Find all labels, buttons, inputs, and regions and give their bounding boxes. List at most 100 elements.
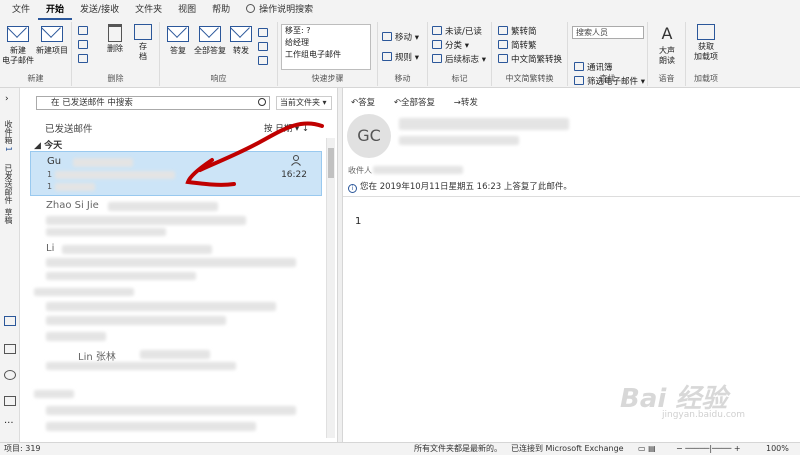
nav-inbox[interactable]: 收件箱 1	[3, 120, 14, 152]
more-apps-icon[interactable]: ···	[4, 418, 14, 429]
sender-avatar: GC	[347, 114, 391, 158]
message-line3: 1	[47, 182, 53, 191]
new-email-icon	[6, 24, 30, 44]
search-input[interactable]: 在 已发送邮件 中搜索	[36, 96, 270, 110]
menu-view[interactable]: 视图	[170, 0, 204, 20]
nav-drafts[interactable]: 草稿	[3, 208, 14, 224]
calendar-icon[interactable]	[4, 344, 16, 354]
read-aloud-button[interactable]: A 大声 朗读	[652, 24, 682, 66]
group-chinese: 繁转简 简转繁 中文简繁转换 中文简繁转换	[492, 22, 568, 86]
tell-me-search[interactable]: 操作说明搜索	[238, 0, 321, 20]
rules-button[interactable]: 规则 ▾	[382, 52, 419, 64]
search-icon[interactable]	[258, 98, 266, 106]
quickstep-to-manager[interactable]: 给经理	[282, 37, 370, 49]
filter-icon	[574, 76, 584, 85]
menu-send-receive[interactable]: 发送/接收	[72, 0, 127, 20]
reply-icon	[166, 24, 190, 44]
menu-folder[interactable]: 文件夹	[127, 0, 170, 20]
quickstep-move-to[interactable]: 移至: ?	[282, 25, 370, 37]
redacted-text	[46, 422, 256, 431]
redacted-text	[73, 158, 133, 167]
scrollbar-thumb[interactable]	[328, 148, 334, 178]
reply-button[interactable]: 答复	[164, 24, 192, 56]
quick-steps-gallery[interactable]: 移至: ? 给经理 工作组电子邮件	[281, 24, 371, 70]
search-scope-select[interactable]: 当前文件夹 ▾	[276, 96, 332, 110]
junk-button[interactable]	[78, 54, 91, 66]
expand-folder-pane-button[interactable]: ›	[5, 94, 9, 104]
menu-bar: 文件 开始 发送/接收 文件夹 视图 帮助 操作说明搜索	[0, 0, 800, 20]
followup-button[interactable]: 后续标志 ▾	[432, 54, 486, 66]
group-addins: 获取 加载项 加载项	[686, 22, 726, 86]
people-icon[interactable]	[4, 370, 16, 380]
categorize-button[interactable]: 分类 ▾	[432, 40, 469, 52]
reading-reply-all-button[interactable]: ↶全部答复	[394, 98, 443, 108]
move-icon	[382, 32, 392, 41]
lightbulb-icon	[246, 4, 256, 13]
list-scrollbar[interactable]	[326, 138, 335, 438]
unread-read-button[interactable]: 未读/已读	[432, 26, 482, 38]
meeting-reply-button[interactable]	[258, 28, 271, 40]
flag-icon	[432, 54, 442, 63]
menu-home[interactable]: 开始	[38, 0, 73, 20]
ignore-icon	[78, 26, 88, 35]
tasks-icon[interactable]	[4, 396, 16, 406]
reply-info-bar[interactable]: i 您在 2019年10月11日星期五 16:23 上答复了此邮件。	[348, 180, 572, 193]
convert-button[interactable]: 中文简繁转换	[498, 54, 562, 66]
message-row-sender[interactable]: Li	[46, 243, 54, 254]
group-delete: 删除 存 档 删除	[72, 22, 160, 86]
group-chinese-label: 中文简繁转换	[505, 74, 554, 83]
redacted-text	[46, 406, 296, 415]
reading-pane: ↶答复 ↶全部答复 →转发 GC 收件人 i 您在 2019年10月11日星期五 …	[343, 88, 800, 442]
redacted-text	[108, 202, 218, 211]
redacted-text	[46, 362, 236, 370]
normal-view-icon[interactable]: ▭ ▤	[638, 443, 656, 455]
folder-pane-collapsed: › 收件箱 1 已发送邮件 草稿 ···	[0, 88, 20, 442]
quickstep-team-email[interactable]: 工作组电子邮件	[282, 49, 370, 61]
group-move-label: 移动	[394, 74, 411, 83]
cleanup-button[interactable]	[78, 40, 91, 52]
more-respond-button[interactable]	[258, 56, 271, 68]
redacted-text	[373, 166, 463, 174]
folder-title: 已发送邮件	[45, 124, 93, 135]
ignore-button[interactable]	[78, 26, 91, 38]
im-reply-button[interactable]	[258, 42, 271, 54]
redacted-text	[46, 228, 166, 236]
filter-email-button[interactable]: 筛选电子邮件 ▾	[574, 76, 645, 88]
item-count: 项目: 319	[4, 444, 41, 453]
message-row-selected[interactable]: Gu 1 1 16:22	[30, 151, 322, 196]
redacted-text	[62, 245, 212, 254]
group-header-today[interactable]: ◢ 今天	[34, 138, 62, 151]
forward-button[interactable]: 转发	[228, 24, 254, 56]
info-icon: i	[348, 184, 357, 193]
new-items-button[interactable]: 新建项目	[34, 24, 70, 56]
message-row-sender[interactable]: Zhao Si Jie	[46, 200, 99, 211]
sort-by-button[interactable]: 按 日期 ▾ ↓	[264, 122, 309, 134]
menu-file[interactable]: 文件	[4, 0, 38, 20]
nav-sent[interactable]: 已发送邮件	[3, 164, 14, 204]
delete-button[interactable]: 删除	[102, 24, 128, 54]
mail-icon[interactable]	[4, 316, 16, 326]
get-addins-button[interactable]: 获取 加载项	[690, 24, 722, 62]
new-email-button[interactable]: 新建 电子邮件	[2, 24, 34, 66]
menu-help[interactable]: 帮助	[204, 0, 238, 20]
message-row-sender[interactable]: Lin 张林	[78, 348, 116, 363]
zoom-slider[interactable]: − ─────|──── +	[676, 443, 741, 455]
redacted-text	[140, 350, 210, 359]
move-button[interactable]: 移动 ▾	[382, 32, 419, 44]
reading-forward-button[interactable]: →转发	[454, 98, 486, 108]
group-speech: A 大声 朗读 语音	[648, 22, 686, 86]
archive-button[interactable]: 存 档	[130, 24, 156, 62]
message-body: 1	[355, 216, 362, 227]
reading-reply-button[interactable]: ↶答复	[351, 98, 383, 108]
t2s-button[interactable]: 繁转简	[498, 26, 537, 38]
s2t-button[interactable]: 简转繁	[498, 40, 537, 52]
search-people-input[interactable]: 搜索人员	[572, 26, 644, 39]
redacted-text	[34, 288, 134, 296]
cleanup-icon	[78, 40, 88, 49]
reply-all-button[interactable]: 全部答复	[192, 24, 228, 56]
category-icon	[432, 40, 442, 49]
redacted-text	[55, 183, 95, 191]
address-book-button[interactable]: 通讯簿	[574, 62, 613, 74]
redacted-text	[55, 171, 175, 179]
message-line2: 1	[47, 170, 53, 179]
